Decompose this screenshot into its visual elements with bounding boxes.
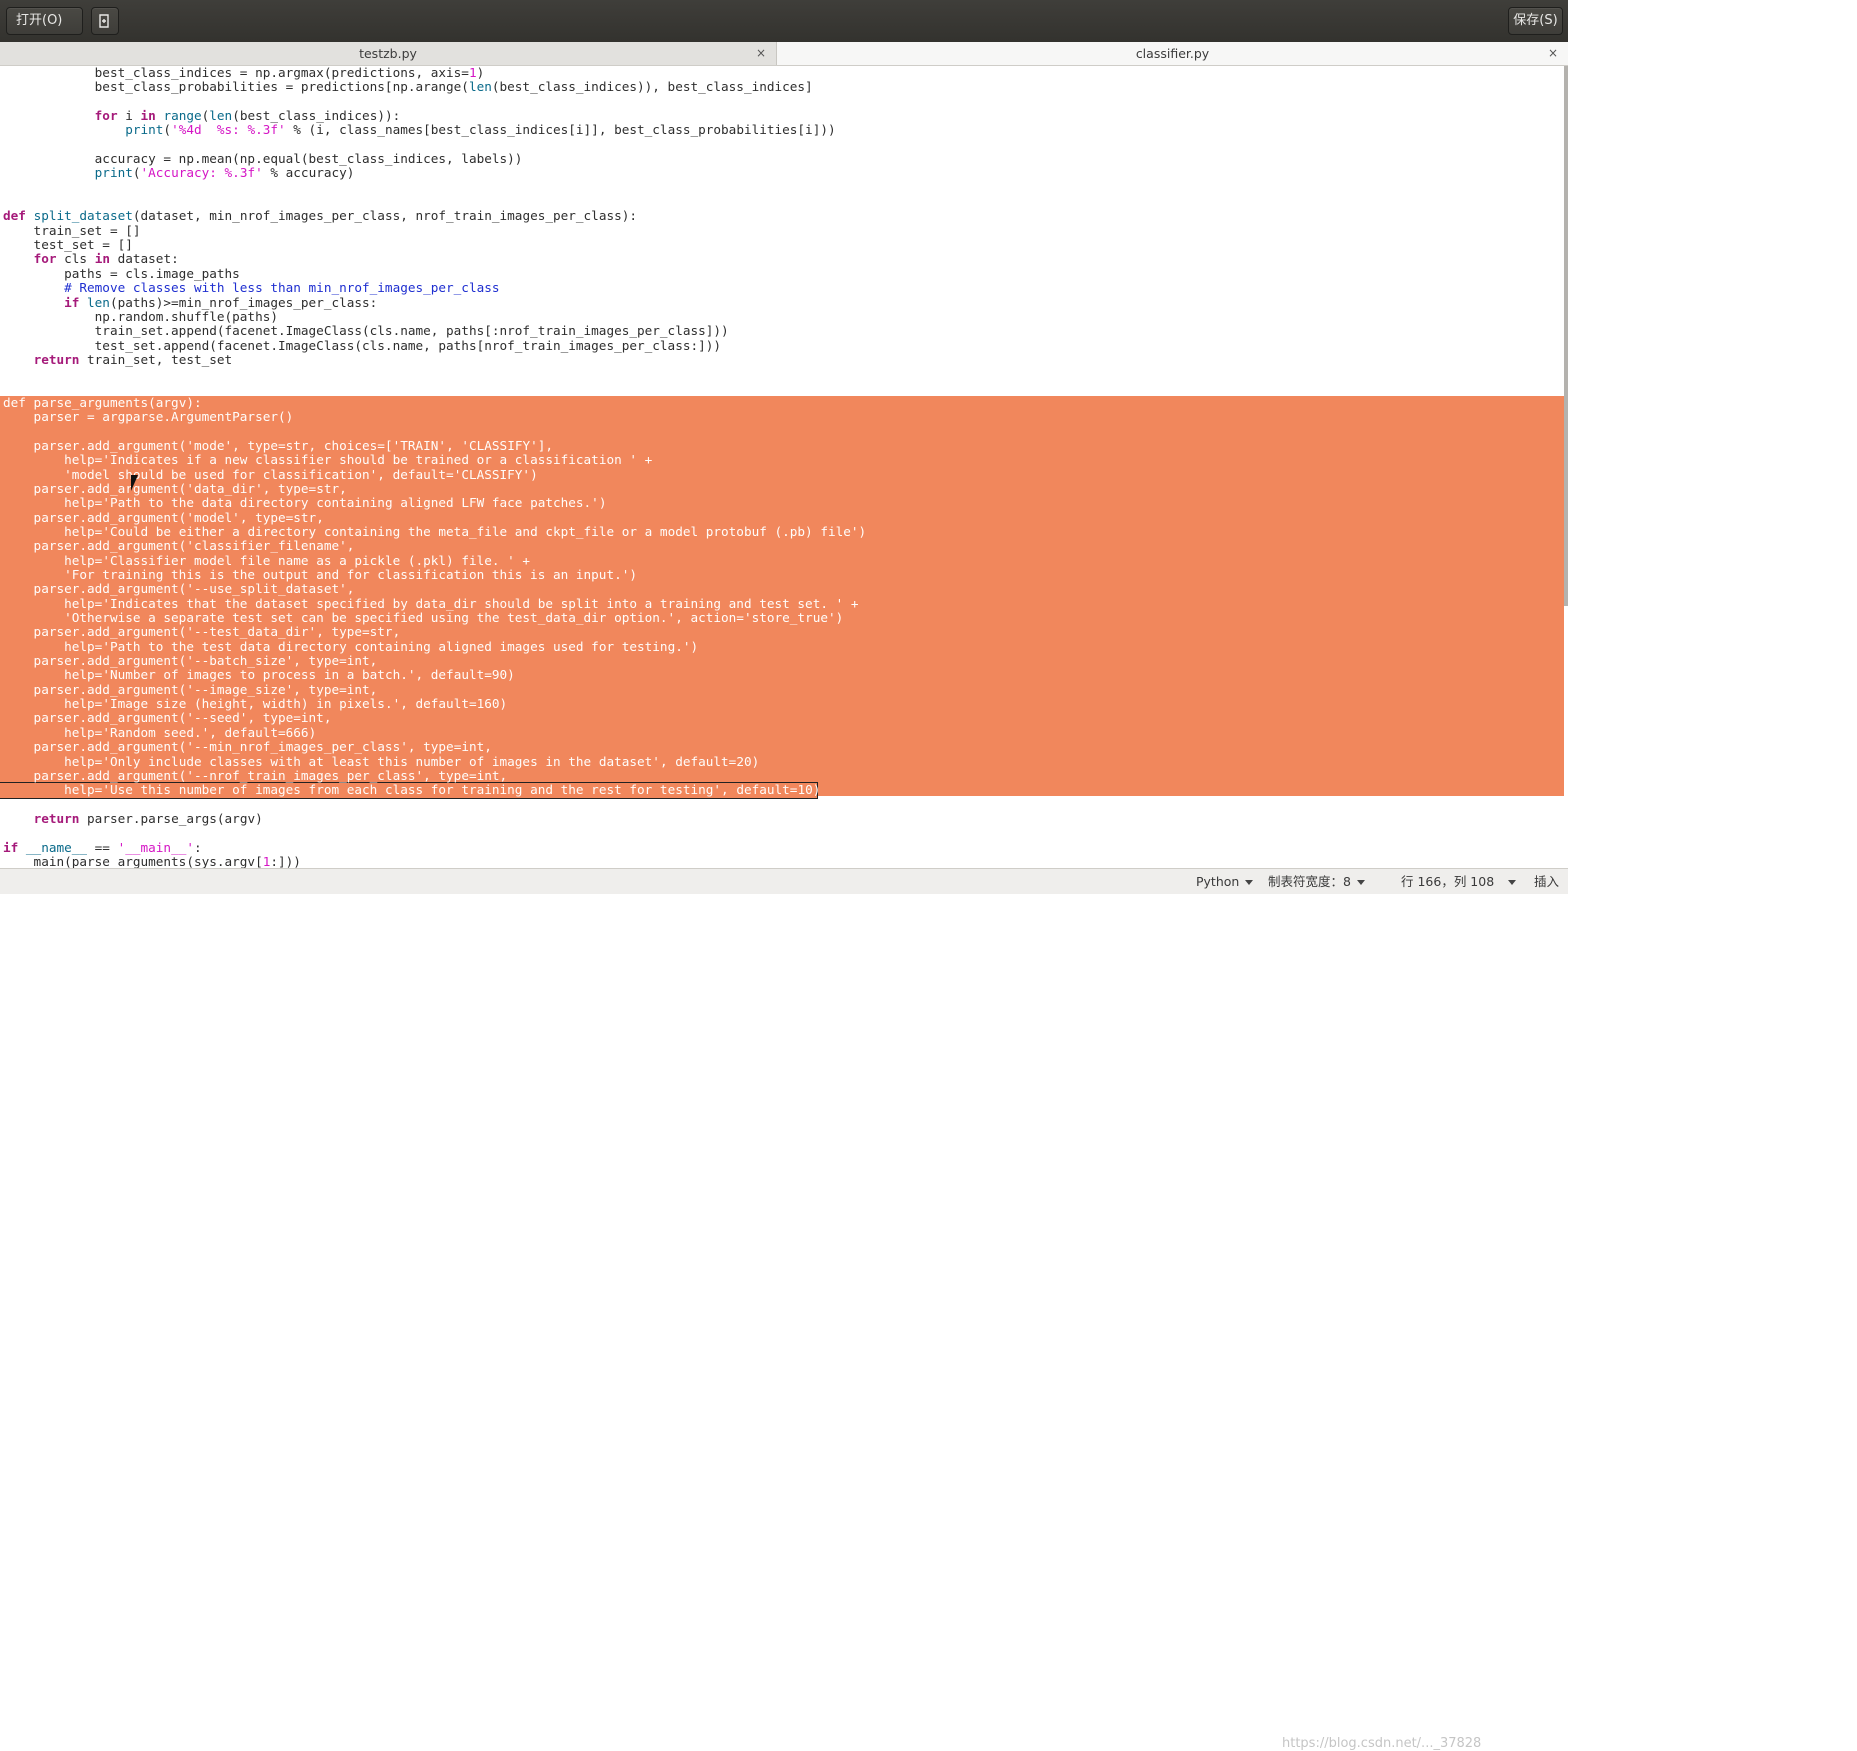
- code-line[interactable]: parser.add_argument('--use_split_dataset…: [3, 582, 866, 597]
- code-line[interactable]: main(parse_arguments(sys.argv[1:])): [3, 854, 866, 868]
- code-editor[interactable]: best_class_indices = np.argmax(predictio…: [0, 66, 1568, 868]
- code-line[interactable]: parser.add_argument('--nrof_train_images…: [3, 768, 866, 783]
- code-line[interactable]: train_set.append(facenet.ImageClass(cls.…: [3, 323, 866, 338]
- code-line[interactable]: help='Indicates that the dataset specifi…: [3, 596, 866, 611]
- code-line[interactable]: train_set = []: [3, 223, 866, 238]
- mouse-pointer-icon: [131, 475, 138, 491]
- language-label: Python: [1196, 874, 1240, 889]
- code-line[interactable]: for cls in dataset:: [3, 252, 866, 267]
- insert-mode[interactable]: 插入: [1534, 869, 1559, 894]
- open-button[interactable]: 打开(O): [6, 7, 83, 49]
- tab-label: testzb.py: [359, 46, 417, 61]
- cursor-position[interactable]: 行 166，列 108: [1401, 869, 1517, 894]
- code-line[interactable]: [3, 138, 866, 152]
- code-line[interactable]: [3, 95, 866, 109]
- code-line[interactable]: [3, 425, 866, 439]
- code-line[interactable]: help='Number of images to process in a b…: [3, 668, 866, 683]
- cursor-position-label: 行 166，列 108: [1401, 874, 1495, 889]
- code-line[interactable]: best_class_indices = np.argmax(predictio…: [3, 66, 866, 80]
- code-line[interactable]: if __name__ == '__main__':: [3, 840, 866, 855]
- tab-label: classifier.py: [1135, 46, 1210, 61]
- new-document-icon: [99, 14, 109, 28]
- code-line[interactable]: help='Path to the test data directory co…: [3, 639, 866, 654]
- code-line[interactable]: print('%4d %s: %.3f' % (i, class_names[b…: [3, 123, 866, 138]
- tab-width-label: 制表符宽度：8: [1268, 874, 1351, 889]
- chevron-down-icon: [1245, 880, 1254, 885]
- code-line[interactable]: help='Use this number of images from eac…: [3, 782, 866, 797]
- code-line[interactable]: [3, 798, 866, 812]
- header-bar: 打开(O) 保存(S): [0, 0, 1568, 49]
- code-line[interactable]: accuracy = np.mean(np.equal(best_class_i…: [3, 151, 866, 166]
- code-line[interactable]: [3, 382, 866, 396]
- tab-bar: testzb.py × classifier.py ×: [0, 42, 1568, 66]
- code-line[interactable]: for i in range(len(best_class_indices)):: [3, 108, 866, 123]
- code-text[interactable]: best_class_indices = np.argmax(predictio…: [3, 66, 866, 868]
- code-line[interactable]: [3, 367, 866, 381]
- open-button-label: 打开(O): [16, 13, 63, 28]
- code-line[interactable]: return parser.parse_args(argv): [3, 811, 866, 826]
- save-button[interactable]: 保存(S): [1508, 7, 1563, 35]
- code-line[interactable]: parser.add_argument('--batch_size', type…: [3, 653, 866, 668]
- tab-testzb[interactable]: testzb.py ×: [0, 42, 777, 65]
- code-line[interactable]: help='Random seed.', default=666): [3, 725, 866, 740]
- code-line[interactable]: 'Otherwise a separate test set can be sp…: [3, 610, 866, 625]
- code-line[interactable]: parser.add_argument('model', type=str,: [3, 510, 866, 525]
- status-bar: https://blog.csdn.net/..._37828 Python 制…: [0, 868, 1568, 1751]
- code-line[interactable]: [3, 195, 866, 209]
- close-icon[interactable]: ×: [756, 42, 766, 65]
- chevron-down-icon: [1508, 880, 1517, 885]
- code-line[interactable]: return train_set, test_set: [3, 352, 866, 367]
- tab-width-selector[interactable]: 制表符宽度：8: [1268, 869, 1365, 894]
- code-line[interactable]: best_class_probabilities = predictions[n…: [3, 79, 866, 94]
- code-line[interactable]: [3, 826, 866, 840]
- code-line[interactable]: np.random.shuffle(paths): [3, 309, 866, 324]
- code-line[interactable]: parser.add_argument('--min_nrof_images_p…: [3, 739, 866, 754]
- new-document-button[interactable]: [91, 7, 119, 35]
- close-icon[interactable]: ×: [1548, 42, 1558, 65]
- code-line[interactable]: print('Accuracy: %.3f' % accuracy): [3, 166, 866, 181]
- code-line[interactable]: help='Classifier model file name as a pi…: [3, 553, 866, 568]
- code-line[interactable]: parser = argparse.ArgumentParser(): [3, 409, 866, 424]
- code-line[interactable]: parser.add_argument('--seed', type=int,: [3, 711, 866, 726]
- code-line[interactable]: def split_dataset(dataset, min_nrof_imag…: [3, 209, 866, 224]
- language-selector[interactable]: Python: [1196, 869, 1254, 894]
- code-line[interactable]: parser.add_argument('--image_size', type…: [3, 682, 866, 697]
- code-line[interactable]: if len(paths)>=min_nrof_images_per_class…: [3, 295, 866, 310]
- code-line[interactable]: 'For training this is the output and for…: [3, 567, 866, 582]
- code-line[interactable]: parser.add_argument('mode', type=str, ch…: [3, 438, 866, 453]
- code-line[interactable]: help='Could be either a directory contai…: [3, 524, 866, 539]
- watermark: https://blog.csdn.net/..._37828: [1282, 1736, 1482, 1751]
- chevron-down-icon: [1356, 880, 1365, 885]
- code-line[interactable]: def parse_arguments(argv):: [3, 395, 866, 410]
- code-line[interactable]: help='Path to the data directory contain…: [3, 495, 866, 510]
- vertical-scrollbar[interactable]: [1564, 66, 1568, 606]
- tab-classifier[interactable]: classifier.py ×: [777, 42, 1568, 65]
- code-line[interactable]: help='Only include classes with at least…: [3, 754, 866, 769]
- code-line[interactable]: help='Image size (height, width) in pixe…: [3, 696, 866, 711]
- code-line[interactable]: paths = cls.image_paths: [3, 266, 866, 281]
- code-line[interactable]: # Remove classes with less than min_nrof…: [3, 280, 866, 295]
- code-line[interactable]: test_set = []: [3, 237, 866, 252]
- code-line[interactable]: parser.add_argument('classifier_filename…: [3, 538, 866, 553]
- code-line[interactable]: help='Indicates if a new classifier shou…: [3, 452, 866, 467]
- code-line[interactable]: test_set.append(facenet.ImageClass(cls.n…: [3, 338, 866, 353]
- code-line[interactable]: parser.add_argument('--test_data_dir', t…: [3, 625, 866, 640]
- code-line[interactable]: [3, 181, 866, 195]
